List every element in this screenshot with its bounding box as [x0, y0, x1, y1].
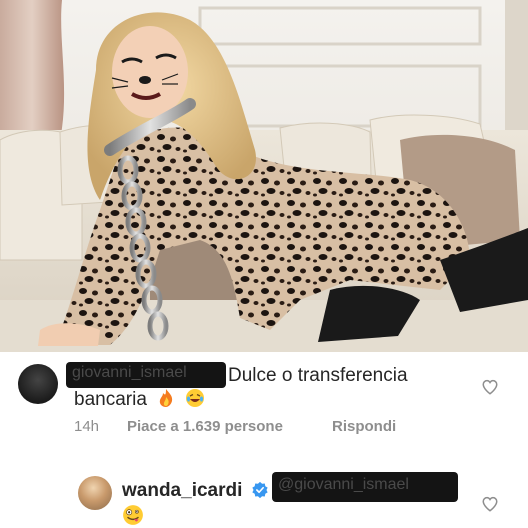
fire-emoji-icon	[159, 389, 173, 407]
comments-section: giovanni_ismael Dulce o transferencia ba…	[0, 352, 528, 528]
heart-icon[interactable]	[481, 495, 499, 513]
likes-count-link[interactable]: Piace a 1.639 persone	[127, 418, 283, 435]
comment-text: Dulce o transferencia	[228, 364, 408, 388]
laughing-emoji-icon	[186, 389, 205, 407]
reply-button[interactable]: Rispondi	[332, 418, 396, 435]
avatar[interactable]	[18, 364, 58, 404]
comment-text-continued: bancaria	[74, 388, 205, 412]
post-photo	[0, 0, 528, 352]
username-text: giovanni_ismael	[72, 364, 187, 381]
verified-badge-icon	[252, 481, 268, 499]
heart-icon[interactable]	[481, 378, 499, 396]
username-link[interactable]: wanda_icardi	[122, 480, 242, 502]
redacted-mention: @giovanni_ismael	[272, 472, 458, 502]
photo-illustration	[0, 0, 528, 352]
comment-text-line1: Dulce o transferencia	[228, 365, 408, 386]
comment-time: 14h	[74, 418, 100, 435]
avatar[interactable]	[78, 476, 112, 510]
comment-text-line2: bancaria	[74, 389, 147, 410]
mention-text: @giovanni_ismael	[278, 476, 409, 493]
zany-face-emoji-icon	[123, 505, 143, 525]
redacted-username: giovanni_ismael	[66, 362, 226, 388]
